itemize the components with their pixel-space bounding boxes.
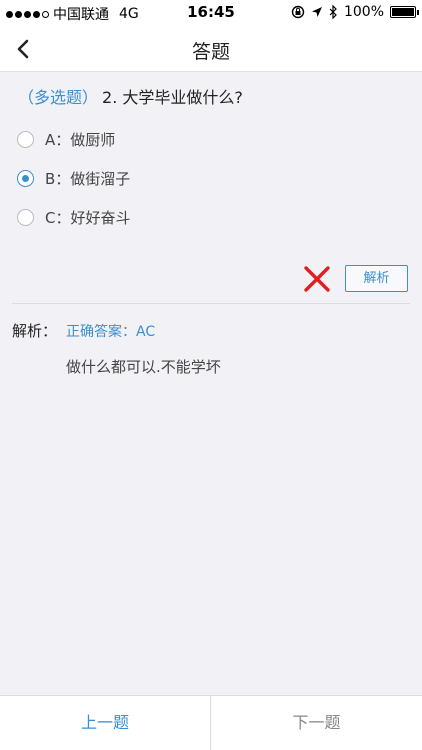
radio-button[interactable] xyxy=(17,208,34,226)
option-label: C：好好奋斗 xyxy=(45,208,131,227)
footer-bar: 上一题 下一题 xyxy=(0,695,422,750)
analysis-title: 解析： xyxy=(12,322,58,340)
divider xyxy=(12,303,410,304)
option-label: A：做厨师 xyxy=(45,130,116,149)
location-arrow-icon xyxy=(311,7,322,17)
option-b[interactable]: B：做街溜子 xyxy=(17,166,130,190)
radio-button[interactable] xyxy=(17,169,34,187)
question-text: 2. 大学毕业做什么? xyxy=(102,88,243,107)
correct-answer-label: 正确答案：AC xyxy=(66,324,156,340)
analysis-explanation: 做什么都可以.不能学坏 xyxy=(66,358,221,376)
battery-icon xyxy=(390,6,419,18)
navigation-bar: 答题 xyxy=(0,26,422,72)
orientation-lock-icon xyxy=(291,5,305,19)
battery-percent: 100% xyxy=(343,4,384,20)
battery-level-fill xyxy=(392,8,414,16)
option-label: B：做街溜子 xyxy=(45,169,131,188)
wrong-x-icon xyxy=(304,266,330,292)
analysis-button[interactable]: 解析 xyxy=(345,265,408,292)
status-bar: 中国联通 4G 16:45 100% xyxy=(0,0,422,26)
radio-button[interactable] xyxy=(17,130,34,148)
page-title: 答题 xyxy=(191,41,230,63)
option-c[interactable]: C：好好奋斗 xyxy=(17,205,130,229)
next-question-button[interactable]: 下一题 xyxy=(211,696,422,750)
status-right: 100% xyxy=(291,4,419,20)
option-a[interactable]: A：做厨师 xyxy=(17,127,115,151)
question-heading: （多选题） 2. 大学毕业做什么? xyxy=(18,84,243,108)
prev-question-button[interactable]: 上一题 xyxy=(0,696,211,750)
question-type-label: （多选题） xyxy=(18,88,99,107)
bluetooth-icon xyxy=(329,5,337,19)
